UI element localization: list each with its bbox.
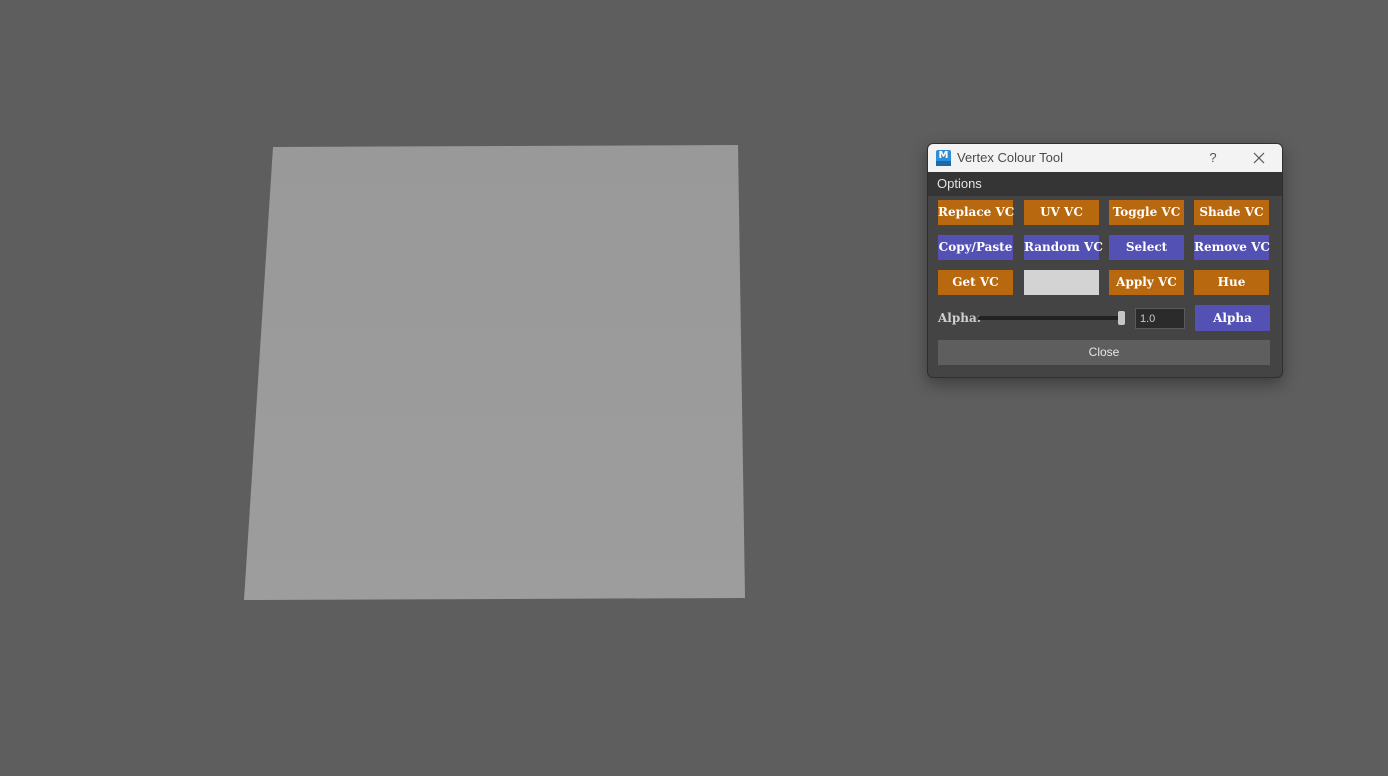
hue-button[interactable]: Hue	[1194, 270, 1269, 295]
alpha-slider-fill	[978, 316, 1122, 320]
alpha-value-field[interactable]	[1135, 308, 1185, 329]
plane-face	[244, 145, 745, 600]
vertex-colour-tool-dialog: M Vertex Colour Tool ? Options Replace V…	[927, 143, 1283, 378]
close-button[interactable]: Close	[938, 340, 1270, 365]
alpha-button[interactable]: Alpha	[1195, 305, 1270, 331]
maya-viewport[interactable]	[0, 0, 1388, 776]
replace-vc-button[interactable]: Replace VC	[938, 200, 1014, 225]
close-icon	[1253, 152, 1265, 164]
select-button[interactable]: Select	[1109, 235, 1184, 260]
window-title: Vertex Colour Tool	[957, 150, 1063, 165]
get-vc-button[interactable]: Get VC	[938, 270, 1013, 295]
plane-mesh[interactable]	[0, 0, 1388, 776]
apply-vc-button[interactable]: Apply VC	[1109, 270, 1184, 295]
title-bar[interactable]: M Vertex Colour Tool ?	[928, 144, 1282, 172]
uv-vc-button[interactable]: UV VC	[1024, 200, 1099, 225]
menu-options[interactable]: Options	[937, 176, 982, 191]
alpha-slider-handle[interactable]	[1118, 311, 1125, 325]
remove-vc-button[interactable]: Remove VC	[1194, 235, 1270, 260]
menu-bar: Options	[928, 172, 1282, 196]
alpha-label: Alpha:	[938, 311, 982, 325]
random-vc-button[interactable]: Random VC	[1024, 235, 1103, 260]
close-window-button[interactable]	[1248, 148, 1270, 168]
colour-swatch[interactable]	[1024, 270, 1099, 295]
shade-vc-button[interactable]: Shade VC	[1194, 200, 1269, 225]
copy-paste-button[interactable]: Copy/Paste	[938, 235, 1013, 260]
alpha-slider[interactable]	[978, 308, 1128, 328]
maya-logo-icon: M	[936, 150, 951, 166]
help-button[interactable]: ?	[1202, 148, 1224, 168]
toggle-vc-button[interactable]: Toggle VC	[1109, 200, 1184, 225]
